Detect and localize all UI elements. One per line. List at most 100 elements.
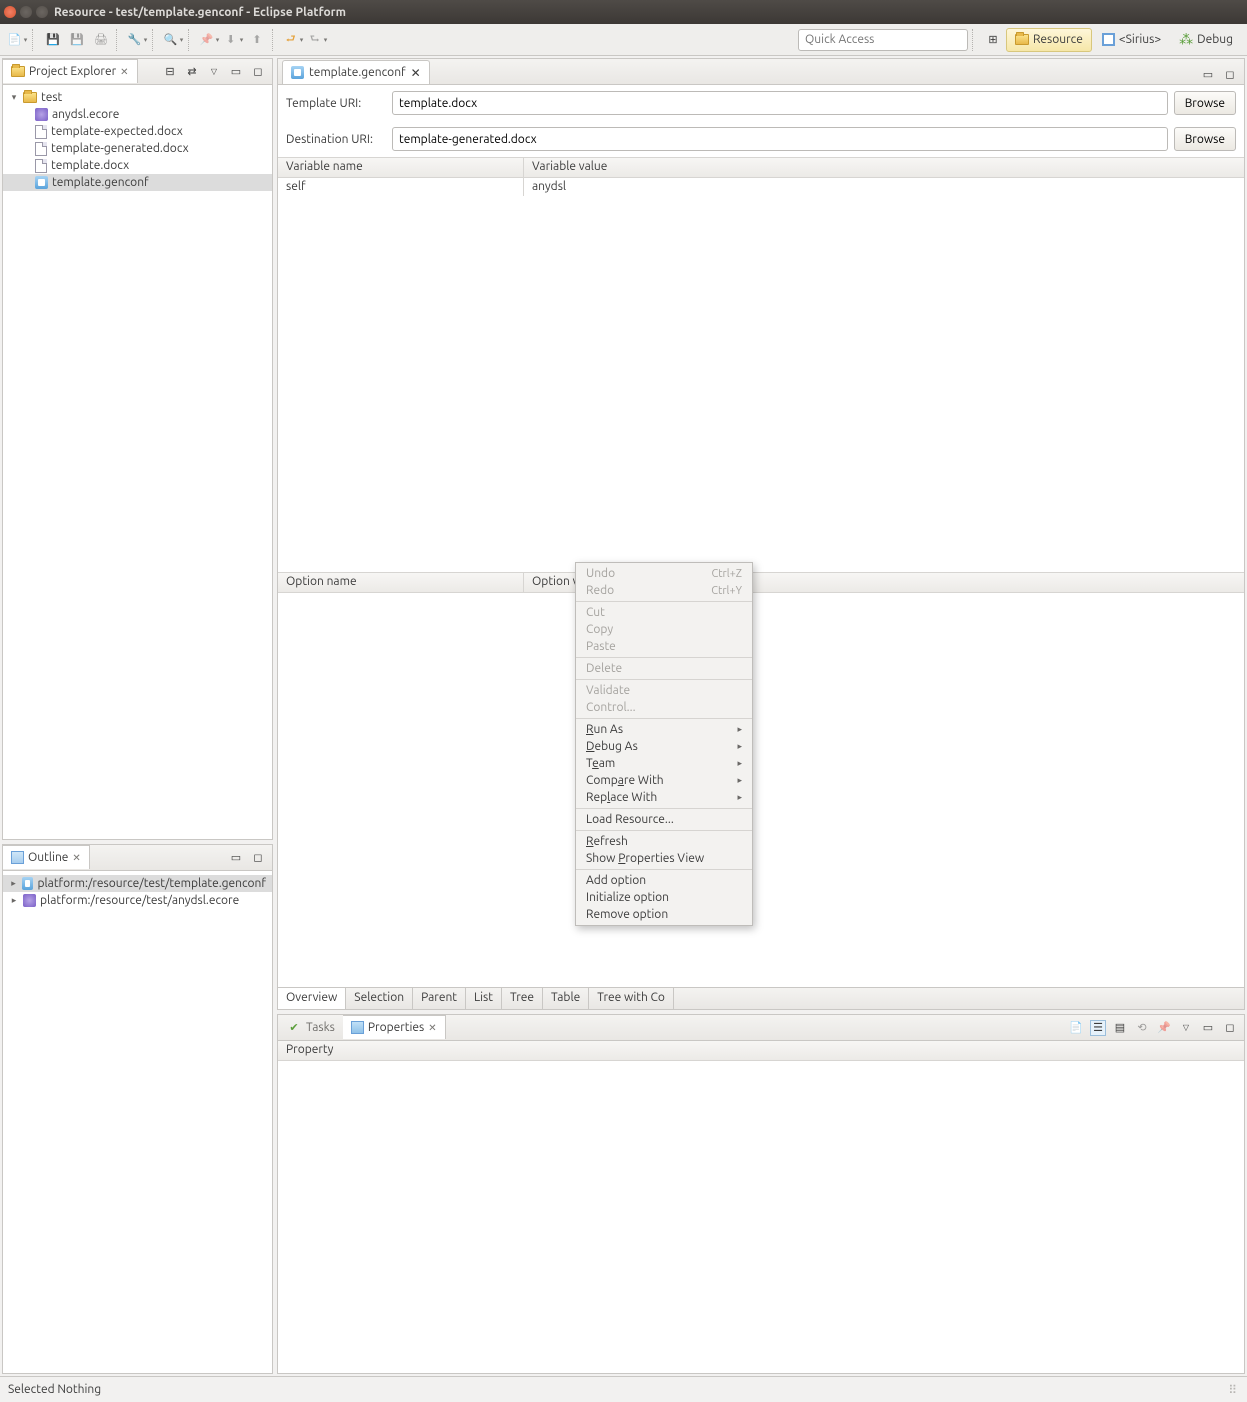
genconf-icon	[22, 877, 34, 890]
collapse-all-icon[interactable]: ⊟	[162, 64, 178, 80]
ctx-initialize-option[interactable]: Initialize option	[576, 889, 752, 906]
outline-item[interactable]: ▸platform:/resource/test/anydsl.ecore	[3, 892, 272, 909]
tree-label: template-generated.docx	[51, 142, 189, 155]
back-icon: ⮐	[283, 32, 299, 48]
table-header: Variable name Variable value	[278, 158, 1244, 178]
column-header[interactable]: Option name	[278, 573, 524, 592]
disclosure-closed-icon[interactable]: ▸	[9, 878, 18, 889]
pin-icon[interactable]: 📌	[1156, 1020, 1172, 1036]
column-header[interactable]: Variable name	[278, 158, 524, 177]
tree-root[interactable]: ▾ test	[3, 89, 272, 106]
perspective-debug[interactable]: ⁂Debug	[1171, 28, 1241, 52]
close-icon[interactable]: ✕	[428, 1022, 436, 1034]
disclosure-open-icon[interactable]: ▾	[9, 92, 19, 103]
editor-tab-label: template.genconf	[309, 66, 406, 79]
ctx-debug-as[interactable]: Debug As	[576, 738, 752, 755]
window-maximize-icon[interactable]	[36, 6, 48, 18]
tab-selection[interactable]: Selection	[346, 988, 413, 1009]
window-close-icon[interactable]	[4, 6, 16, 18]
ctx-show-properties[interactable]: Show Properties View	[576, 850, 752, 867]
close-icon[interactable]: ✕	[120, 66, 128, 78]
minimize-icon[interactable]: ▭	[1200, 1020, 1216, 1036]
tab-table[interactable]: Table	[543, 988, 589, 1009]
tab-overview[interactable]: Overview	[278, 988, 346, 1009]
close-icon[interactable]: ✕	[72, 852, 80, 864]
properties-body[interactable]: Property	[278, 1041, 1244, 1373]
maximize-icon[interactable]: ◻	[1222, 1020, 1238, 1036]
ctx-run-as[interactable]: Run As	[576, 721, 752, 738]
open-perspective-button[interactable]: ⊞	[982, 29, 1004, 51]
outline-body[interactable]: ▸platform:/resource/test/template.gencon…	[3, 871, 272, 1373]
view-menu-icon[interactable]: ▽	[206, 64, 222, 80]
ctx-compare-with[interactable]: Compare With	[576, 772, 752, 789]
variables-table[interactable]: Variable name Variable value self anydsl	[278, 157, 1244, 572]
forward-button[interactable]: ⮑▾	[306, 29, 328, 51]
next-annotation-button[interactable]: ⬇▾	[222, 29, 244, 51]
properties-tab[interactable]: Properties ✕	[343, 1015, 446, 1039]
window-minimize-icon[interactable]	[20, 6, 32, 18]
minimize-icon[interactable]: ▭	[228, 850, 244, 866]
column-header[interactable]: Property	[278, 1041, 1244, 1060]
view-tabbar: Project Explorer ✕ ⊟ ⇄ ▽ ▭ ◻	[3, 59, 272, 85]
prev-annotation-button[interactable]: ⬆	[246, 29, 268, 51]
editor-tab[interactable]: template.genconf ✕	[282, 60, 430, 84]
close-icon[interactable]: ✕	[411, 66, 421, 80]
table-row[interactable]: self anydsl	[278, 178, 1244, 196]
project-explorer-body[interactable]: ▾ test anydsl.ecore template-expected.do…	[3, 85, 272, 839]
view-toolbar: ⊟ ⇄ ▽ ▭ ◻	[162, 64, 272, 80]
tab-list[interactable]: List	[466, 988, 502, 1009]
ctx-refresh[interactable]: Refresh	[576, 833, 752, 850]
maximize-icon[interactable]: ◻	[1222, 66, 1238, 82]
tree-item[interactable]: template.docx	[3, 157, 272, 174]
new-button[interactable]: 📄▾	[6, 29, 28, 51]
new-prop-icon[interactable]: 📄	[1068, 1020, 1084, 1036]
categories-icon[interactable]: ☰	[1090, 1020, 1106, 1036]
outline-item[interactable]: ▸platform:/resource/test/template.gencon…	[3, 875, 272, 892]
tree-item-selected[interactable]: template.genconf	[3, 174, 272, 191]
template-uri-input[interactable]	[392, 91, 1168, 115]
tree-label: anydsl.ecore	[52, 108, 119, 121]
column-header[interactable]: Variable value	[524, 158, 1244, 177]
ctx-separator	[576, 601, 752, 602]
quick-access-input[interactable]	[798, 29, 968, 51]
perspective-resource[interactable]: Resource	[1006, 28, 1092, 52]
minimize-icon[interactable]: ▭	[1200, 66, 1216, 82]
ctx-add-option[interactable]: Add option	[576, 872, 752, 889]
disclosure-closed-icon[interactable]: ▸	[9, 895, 19, 906]
browse-button[interactable]: Browse	[1174, 91, 1236, 115]
search-button[interactable]: 🔍▾	[162, 29, 184, 51]
options-table[interactable]: Option name Option value	[278, 572, 1244, 987]
resize-grip-icon[interactable]: ⠿	[1228, 1383, 1239, 1397]
maximize-icon[interactable]: ◻	[250, 64, 266, 80]
build-button[interactable]: 🔧▾	[126, 29, 148, 51]
save-all-button[interactable]: 💾	[66, 29, 88, 51]
ctx-load-resource[interactable]: Load Resource...	[576, 811, 752, 828]
print-button[interactable]: 🖨	[90, 29, 112, 51]
perspective-sirius[interactable]: <Sirius>	[1094, 28, 1169, 52]
project-explorer-tab[interactable]: Project Explorer ✕	[3, 59, 138, 83]
ctx-remove-option[interactable]: Remove option	[576, 906, 752, 923]
restore-icon[interactable]: ⟲	[1134, 1020, 1150, 1036]
outline-tab[interactable]: Outline ✕	[3, 845, 90, 869]
tree-item[interactable]: anydsl.ecore	[3, 106, 272, 123]
destination-uri-input[interactable]	[392, 127, 1168, 151]
view-tabbar: ✔ Tasks Properties ✕ 📄 ☰ ▤ ⟲ 📌 ▽ ▭ ◻	[278, 1015, 1244, 1041]
ctx-replace-with[interactable]: Replace With	[576, 789, 752, 806]
view-menu-icon[interactable]: ▽	[1178, 1020, 1194, 1036]
tab-tree[interactable]: Tree	[502, 988, 543, 1009]
maximize-icon[interactable]: ◻	[250, 850, 266, 866]
tree-item[interactable]: template-generated.docx	[3, 140, 272, 157]
save-button[interactable]: 💾	[42, 29, 64, 51]
link-editor-icon[interactable]: ⇄	[184, 64, 200, 80]
tree-item[interactable]: template-expected.docx	[3, 123, 272, 140]
browse-button[interactable]: Browse	[1174, 127, 1236, 151]
tasks-tab[interactable]: ✔ Tasks	[278, 1015, 343, 1039]
minimize-icon[interactable]: ▭	[228, 64, 244, 80]
tab-tree-with-columns[interactable]: Tree with Co	[589, 988, 674, 1009]
filter-icon[interactable]: ▤	[1112, 1020, 1128, 1036]
ctx-team[interactable]: Team	[576, 755, 752, 772]
table-header: Option name Option value	[278, 573, 1244, 593]
toggle-mark-button[interactable]: 📌▾	[198, 29, 220, 51]
back-button[interactable]: ⮐▾	[282, 29, 304, 51]
tab-parent[interactable]: Parent	[413, 988, 466, 1009]
